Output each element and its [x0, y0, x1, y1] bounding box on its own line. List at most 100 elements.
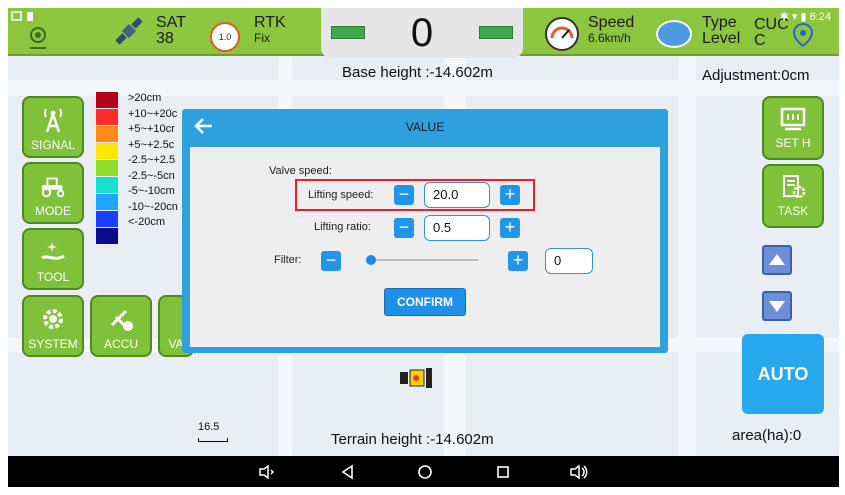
adjustment-readout: Adjustment:0cm — [702, 67, 810, 84]
tractor-position-icon — [396, 366, 436, 395]
set-h-label: SET H — [775, 136, 811, 150]
legend-swatch — [96, 194, 118, 210]
filter-label: Filter: — [274, 254, 302, 266]
monitor-icon — [779, 106, 807, 132]
legend-swatch — [96, 143, 118, 159]
accu-label: ACCU — [103, 337, 138, 351]
legend-swatch — [96, 126, 118, 142]
lifting-speed-label: Lifting speed: — [308, 189, 374, 201]
dialog-header: VALUE — [182, 109, 668, 143]
lifting-speed-plus-button[interactable]: + — [500, 185, 520, 205]
terrain-height-readout: Terrain height :-14.602m — [331, 431, 494, 448]
mode-button[interactable]: MODE — [22, 162, 84, 224]
bluetooth-icon: ✱ — [779, 11, 789, 23]
hand-sparkle-icon — [38, 238, 68, 266]
legend-swatch — [96, 211, 118, 227]
arrow-down-button[interactable] — [762, 291, 792, 321]
recents-icon[interactable] — [493, 462, 513, 482]
signal-button[interactable]: SIGNAL — [22, 96, 84, 158]
tool-label: TOOL — [36, 270, 70, 284]
valve-speed-label: Valve speed: — [269, 165, 332, 177]
legend-label: -10~-20cn — [128, 200, 178, 213]
accu-button[interactable]: ACCU — [90, 295, 152, 357]
type-label: Type — [702, 14, 737, 31]
sat-count: 38 — [156, 30, 174, 47]
filter-slider-thumb[interactable] — [366, 255, 376, 265]
legend-label: -2.5~-5cn — [128, 169, 175, 182]
rtk-status: Fix — [254, 31, 270, 45]
lifting-ratio-input[interactable]: 0.5 — [424, 215, 490, 241]
task-button[interactable]: TASK — [762, 164, 824, 228]
legend-swatch — [96, 92, 118, 108]
auto-button[interactable]: AUTO — [742, 334, 824, 414]
map-scale-bar — [198, 438, 228, 442]
legend-label: <-20cm — [128, 216, 165, 228]
wifi-icon: ▾ — [791, 11, 798, 23]
mode-label: MODE — [35, 204, 71, 218]
lifting-speed-minus-button[interactable]: − — [394, 185, 414, 205]
satellite-info-icon — [106, 305, 136, 333]
legend-swatch — [96, 177, 118, 193]
antenna-icon — [38, 106, 68, 134]
satellite-icon — [112, 14, 148, 50]
level-type-icon — [656, 20, 692, 48]
legend-label: -5~-10cm — [128, 185, 175, 197]
legend-swatch — [96, 109, 118, 125]
tractor-icon — [38, 172, 68, 200]
system-notification-icons — [10, 10, 40, 24]
gear-icon — [38, 305, 68, 333]
app-screen: SAT 38 1.0 RTK Fix 0 Speed 6.6km/h Type … — [8, 8, 839, 487]
rtk-badge: 1.0 — [218, 32, 232, 42]
filter-minus-button[interactable]: − — [321, 251, 341, 271]
legend-swatch — [96, 160, 118, 176]
legend-label: >20cm — [128, 92, 162, 104]
area-readout: area(ha):0 — [732, 427, 802, 444]
lifting-ratio-minus-button[interactable]: − — [394, 218, 414, 238]
sat-label: SAT — [156, 14, 186, 31]
android-nav-bar — [8, 456, 839, 487]
back-icon[interactable] — [338, 462, 358, 482]
map-marker-icon[interactable] — [790, 22, 816, 50]
speed-label: Speed — [588, 14, 635, 31]
level-label: Level — [702, 30, 741, 47]
arrow-up-icon — [769, 254, 785, 265]
legend-label: +5~+2.5c — [128, 138, 175, 151]
system-label: SYSTEM — [28, 337, 78, 351]
elevation-bar-right — [479, 26, 513, 39]
filter-slider-track[interactable] — [368, 259, 478, 261]
clock: 8:24 — [809, 11, 831, 23]
home-icon[interactable] — [415, 462, 435, 482]
tool-button[interactable]: TOOL — [22, 228, 84, 290]
set-h-button[interactable]: SET H — [762, 96, 824, 160]
speedometer-icon — [544, 16, 580, 52]
arrow-up-button[interactable] — [762, 245, 792, 275]
task-settings-icon — [779, 174, 807, 200]
lifting-speed-input[interactable]: 20.0 — [424, 182, 490, 208]
rtk-timer-icon: 1.0 — [210, 22, 240, 52]
filter-input[interactable]: 0 — [545, 248, 593, 274]
task-label: TASK — [777, 204, 809, 218]
battery-icon: ▮ — [800, 11, 807, 23]
volume-down-icon[interactable] — [257, 462, 277, 482]
speed-value: 6.6km/h — [588, 31, 631, 45]
dialog-body — [190, 147, 660, 347]
elevation-indicator: 0 — [321, 8, 523, 58]
signal-label: SIGNAL — [30, 138, 75, 152]
volume-up-icon[interactable] — [569, 462, 589, 482]
level-value: C — [754, 32, 766, 49]
dialog-title: VALUE — [405, 120, 445, 134]
system-button[interactable]: SYSTEM — [22, 295, 84, 357]
location-pin-icon[interactable] — [24, 24, 52, 52]
lifting-ratio-plus-button[interactable]: + — [500, 218, 520, 238]
base-height-readout: Base height :-14.602m — [342, 64, 493, 81]
android-status-area: ✱ ▾ ▮ 8:24 — [780, 10, 831, 23]
map-scale-label: 16.5 — [198, 421, 220, 433]
top-status-bar: SAT 38 1.0 RTK Fix 0 Speed 6.6km/h Type … — [8, 8, 839, 58]
rtk-label: RTK — [254, 14, 286, 31]
filter-plus-button[interactable]: + — [508, 251, 528, 271]
legend-label: +5~+10cr — [128, 123, 175, 135]
legend-label: -2.5~+2.5 — [128, 154, 176, 166]
confirm-button[interactable]: CONFIRM — [384, 288, 466, 316]
legend-label: +10~+20c — [128, 107, 178, 120]
legend-swatch — [96, 228, 118, 244]
